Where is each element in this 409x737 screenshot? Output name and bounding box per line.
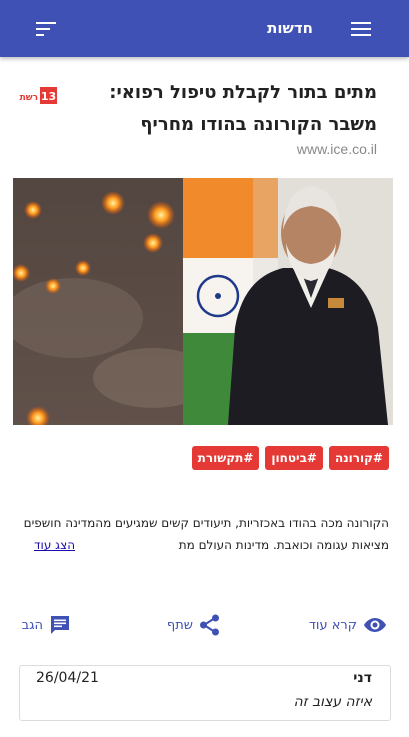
- comment-card: דני 26/04/21 איזה עצוב זה: [19, 665, 391, 721]
- share-button[interactable]: שתף: [167, 610, 221, 640]
- comment-text: איזה עצוב זה: [293, 694, 372, 710]
- tag-chip[interactable]: #קורונה: [328, 446, 389, 470]
- article-actions: קרא עוד שתף הגב: [0, 610, 409, 640]
- source-logo: 13 רשת: [20, 87, 57, 104]
- tag-list: #קורונה#ביטחון#תקשורת: [179, 446, 389, 479]
- show-more-link[interactable]: הצג עוד: [34, 534, 80, 556]
- article-image[interactable]: [13, 178, 393, 425]
- page-title: חדשות: [267, 19, 313, 37]
- respond-button[interactable]: הגב: [22, 610, 71, 640]
- menu-button[interactable]: [341, 0, 381, 57]
- comment-date: 26/04/21: [36, 670, 99, 686]
- share-label: שתף: [166, 617, 193, 633]
- respond-label: הגב: [21, 617, 43, 633]
- filter-button[interactable]: [26, 0, 66, 57]
- hamburger-menu-icon: [351, 21, 371, 36]
- comment-icon: [51, 616, 69, 634]
- article-headline[interactable]: מתים בתור לקבלת טיפול רפואי: משבר הקורונ…: [57, 77, 377, 141]
- svg-text:רשת: רשת: [20, 93, 38, 103]
- comment-author: דני: [353, 670, 372, 686]
- read-more-label: קרא עוד: [308, 617, 357, 633]
- share-icon: [200, 614, 219, 636]
- app-toolbar: חדשות: [0, 0, 409, 57]
- sort-filter-icon: [36, 21, 56, 36]
- article-source: www.ice.co.il: [296, 141, 377, 157]
- read-more-button[interactable]: קרא עוד: [309, 610, 387, 640]
- eye-icon: [364, 618, 386, 632]
- article-photo: [13, 178, 393, 425]
- tag-chip[interactable]: #ביטחון: [265, 446, 323, 470]
- svg-text:13: 13: [41, 90, 56, 103]
- tag-chip[interactable]: #תקשורת: [191, 446, 260, 470]
